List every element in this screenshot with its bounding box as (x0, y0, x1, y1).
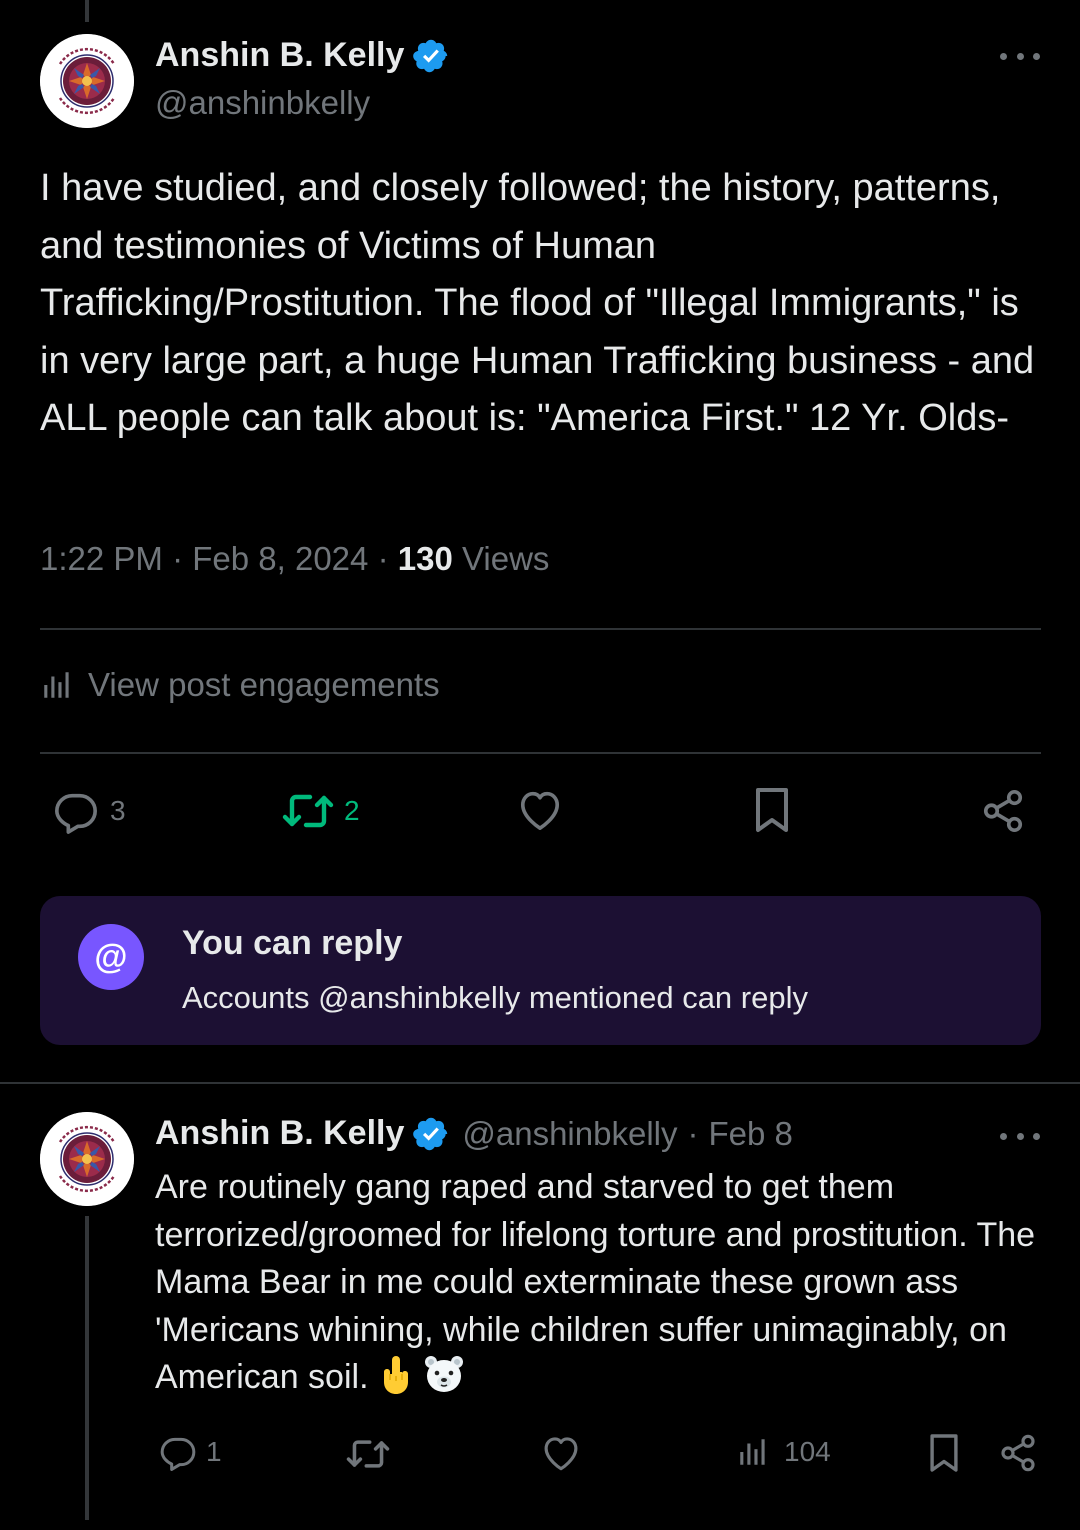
more-icon[interactable] (1000, 1126, 1040, 1146)
analytics-icon (44, 672, 69, 698)
share-icon (1001, 1434, 1035, 1472)
reply-author-display-name[interactable]: Anshin B. Kelly (155, 1114, 404, 1153)
reply-post-views-count: 104 (784, 1436, 831, 1467)
thread-connector-bottom (85, 1216, 89, 1520)
share-icon (983, 790, 1023, 832)
reply-avatar[interactable] (40, 1112, 134, 1206)
bookmark-button[interactable] (752, 786, 792, 834)
reply-button[interactable]: 3 (52, 788, 126, 834)
reply-icon (160, 1437, 196, 1471)
reply-author-handle[interactable]: @anshinbkelly (462, 1115, 677, 1153)
repost-count: 2 (344, 795, 360, 826)
post-text: I have studied, and closely followed; th… (40, 167, 1035, 439)
avatar-logo-icon (40, 1112, 134, 1206)
view-engagements-link[interactable]: View post engagements (40, 666, 440, 704)
bookmark-icon (756, 788, 788, 832)
repost-icon (346, 1440, 390, 1468)
repost-button[interactable]: 2 (282, 790, 360, 832)
more-icon[interactable] (1000, 46, 1040, 66)
reply-restriction-card: @ You can reply Accounts @anshinbkelly m… (40, 896, 1041, 1045)
reply-text-block: Are routinely gang raped and starved to … (155, 1164, 1055, 1408)
verified-icon[interactable] (412, 1115, 450, 1153)
reply-post-like-button[interactable] (541, 1434, 581, 1472)
thread-connector-top (85, 0, 89, 22)
reply-author-row: Anshin B. Kelly @anshinbkelly · Feb 8 (155, 1114, 793, 1153)
middle-finger-emoji-icon (378, 1354, 414, 1408)
mention-badge-icon: @ (78, 924, 144, 990)
author-handle[interactable]: @anshinbkelly (155, 84, 370, 122)
divider (0, 1082, 1080, 1084)
author-name-row: Anshin B. Kelly (155, 36, 450, 75)
like-icon (520, 791, 560, 830)
separator: · (377, 540, 389, 577)
divider (40, 752, 1041, 754)
share-button[interactable] (980, 788, 1026, 834)
avatar[interactable] (40, 34, 134, 128)
polar-bear-emoji-icon (423, 1354, 465, 1408)
repost-icon (282, 794, 334, 828)
reply-date[interactable]: Feb 8 (709, 1115, 793, 1153)
analytics-icon (740, 1439, 765, 1465)
reply-post-bookmark-button[interactable] (927, 1432, 961, 1474)
divider (40, 628, 1041, 630)
like-button[interactable] (517, 788, 563, 832)
post-date[interactable]: Feb 8, 2024 (192, 540, 368, 577)
reply-post-repost-button[interactable] (346, 1436, 390, 1472)
reply-restriction-title: You can reply (182, 924, 403, 962)
reply-count: 3 (110, 795, 126, 826)
reply-icon (55, 793, 97, 834)
separator: · (687, 1114, 699, 1152)
view-engagements-label: View post engagements (88, 666, 440, 703)
views-count: 130 (397, 540, 453, 577)
author-display-name[interactable]: Anshin B. Kelly (155, 36, 404, 75)
post-timestamp-row: 1:22 PM · Feb 8, 2024 · 130 Views (40, 540, 549, 578)
reply-post-reply-button[interactable]: 1 (158, 1433, 222, 1471)
like-icon (544, 1437, 578, 1471)
bookmark-icon (930, 1434, 958, 1472)
reply-restriction-subtitle: Accounts @anshinbkelly mentioned can rep… (182, 980, 808, 1015)
views-label: Views (461, 540, 550, 577)
reply-post-views-button[interactable]: 104 (736, 1434, 831, 1470)
post-time[interactable]: 1:22 PM (40, 540, 163, 577)
reply-post-text: Are routinely gang raped and starved to … (155, 1168, 1036, 1396)
verified-icon[interactable] (412, 37, 450, 75)
tweet-thread-page: Anshin B. Kelly @anshinbkelly I have stu… (0, 0, 1080, 1530)
reply-post-reply-count: 1 (206, 1436, 222, 1467)
author-handle-row: @anshinbkelly (155, 84, 370, 122)
separator: · (172, 540, 184, 577)
avatar-logo-icon (40, 34, 134, 128)
reply-post-share-button[interactable] (998, 1433, 1038, 1473)
